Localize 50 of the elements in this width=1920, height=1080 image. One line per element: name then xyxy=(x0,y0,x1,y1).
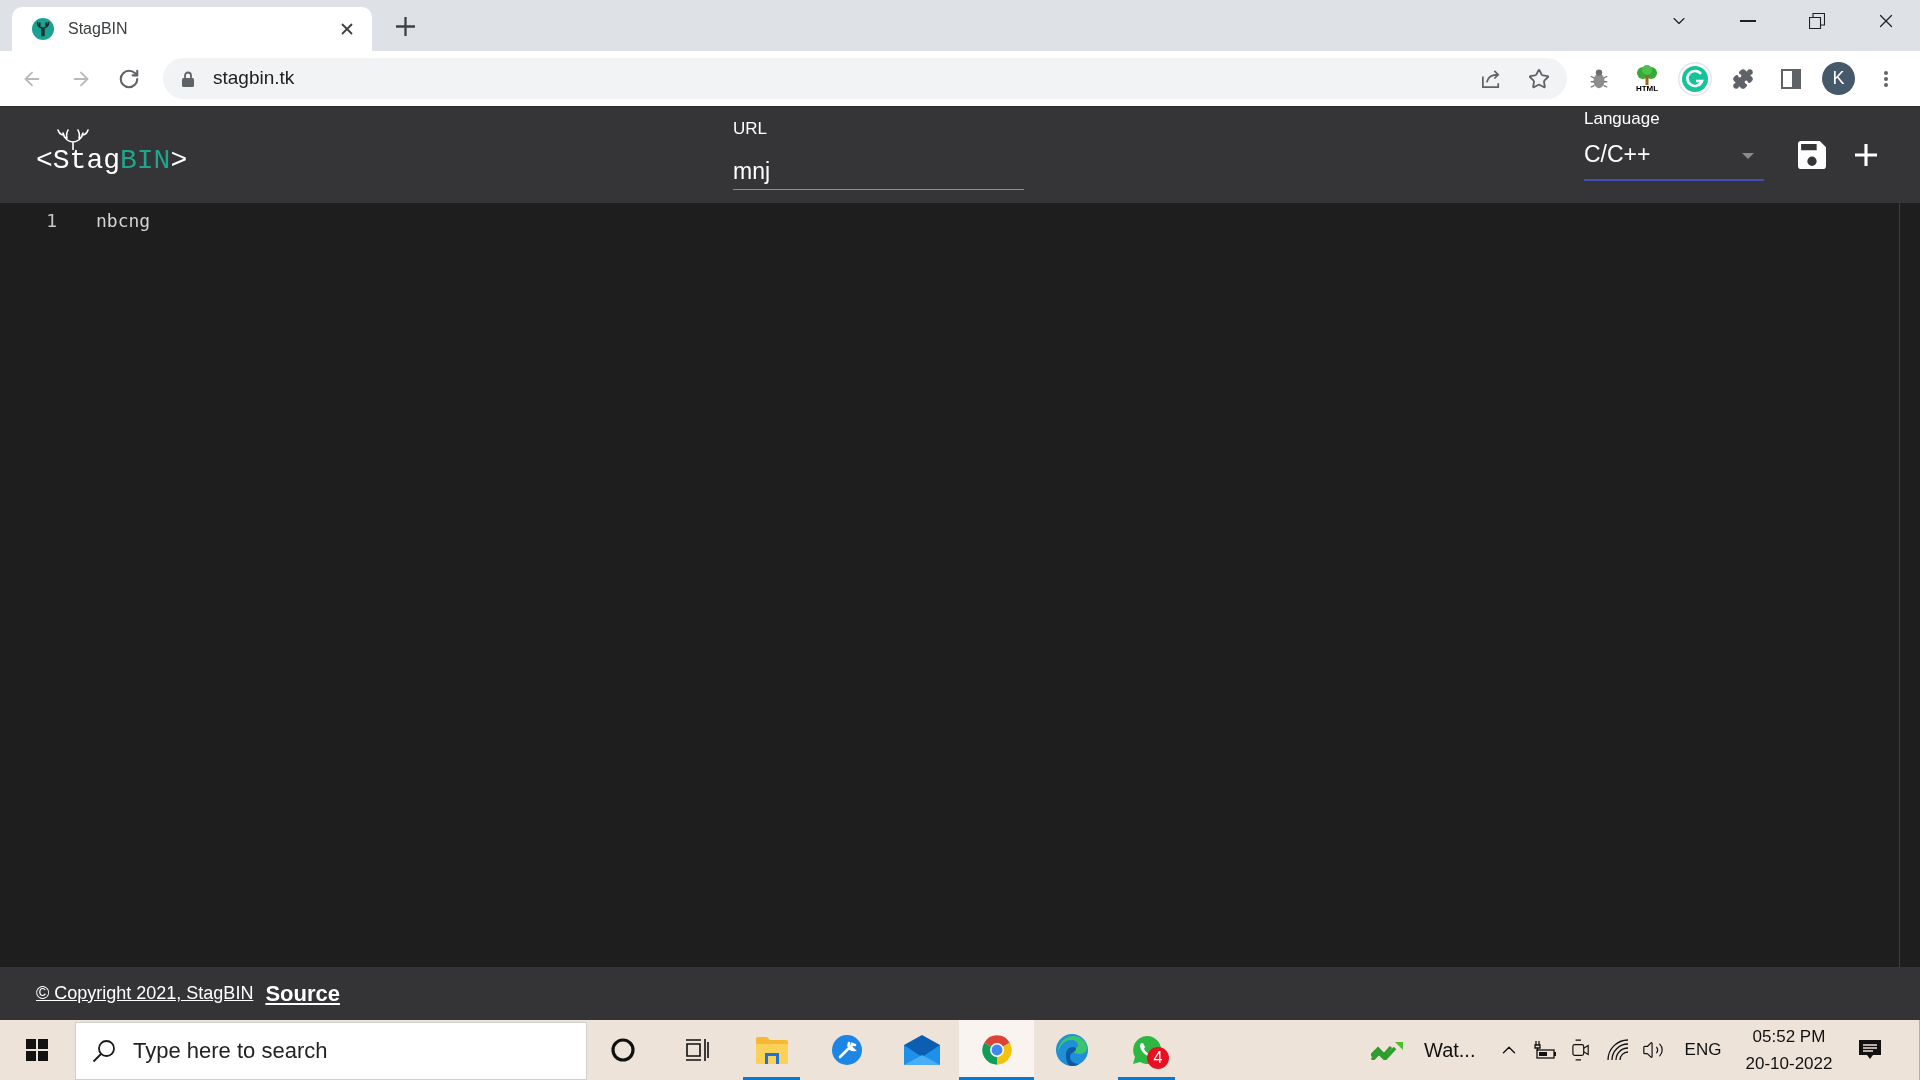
logo-text: <StagBIN> xyxy=(36,146,188,176)
language-select[interactable]: C/C++ xyxy=(1584,129,1764,181)
taskbar-button[interactable]: 4 xyxy=(1109,1020,1184,1080)
notification-badge: 4 xyxy=(1147,1047,1169,1069)
plus-icon xyxy=(395,16,415,36)
wifi-icon xyxy=(1607,1039,1629,1061)
url-input[interactable]: mnj xyxy=(733,153,1024,190)
wrench-icon xyxy=(831,1035,862,1065)
battery-charging-icon xyxy=(1533,1041,1557,1059)
line-number: 1 xyxy=(45,210,57,232)
tree-icon xyxy=(1635,64,1659,85)
address-bar[interactable]: stagbin.tk xyxy=(163,58,1567,99)
puzzle-icon xyxy=(1732,67,1754,90)
code-line: nbcng xyxy=(96,210,151,232)
folder-icon xyxy=(755,1036,788,1064)
windows-logo-icon xyxy=(26,1039,48,1061)
rising-arrows-icon xyxy=(1371,1040,1403,1060)
minimize-icon xyxy=(1739,20,1756,22)
profile-avatar[interactable]: K xyxy=(1822,62,1855,95)
reload-icon xyxy=(118,67,140,90)
caret-down-icon xyxy=(1742,153,1754,159)
plus-icon xyxy=(1855,144,1877,166)
field-label: Language xyxy=(1584,109,1661,129)
source-link[interactable]: Source xyxy=(265,977,340,1010)
copyright-link[interactable]: © Copyright 2021, StagBIN xyxy=(36,980,254,1007)
widget-button[interactable]: Wat... xyxy=(1367,1020,1479,1080)
taskbar-button[interactable] xyxy=(959,1020,1034,1080)
search-icon xyxy=(92,1039,116,1063)
browser-tab[interactable]: StagBIN xyxy=(12,7,372,51)
envelope-icon xyxy=(903,1035,940,1065)
save-icon xyxy=(1798,141,1826,169)
bug-icon xyxy=(1588,66,1610,91)
restore-icon xyxy=(1808,13,1825,29)
ring-icon xyxy=(611,1038,635,1062)
ring-logo-icon xyxy=(980,1034,1013,1066)
field-label: URL xyxy=(733,119,768,139)
round-logo-icon xyxy=(1678,61,1712,96)
input-language-button[interactable]: ENG xyxy=(1680,1020,1726,1080)
lock-icon xyxy=(182,70,194,87)
star-icon xyxy=(1528,67,1550,90)
menu-icon xyxy=(1884,70,1888,87)
task-view-icon xyxy=(684,1038,709,1062)
speaker-icon xyxy=(1642,1039,1664,1061)
clock-button[interactable]: 05:52 PM 20-10-2022 xyxy=(1734,1020,1844,1080)
antler-logo-icon xyxy=(32,18,54,40)
camera-icon xyxy=(1572,1039,1590,1061)
search-input[interactable]: Type here to search xyxy=(75,1022,587,1080)
swirl-logo-icon xyxy=(1055,1034,1088,1066)
side-panel-icon xyxy=(1781,68,1801,89)
extension-button[interactable]: HTML xyxy=(1627,58,1667,99)
